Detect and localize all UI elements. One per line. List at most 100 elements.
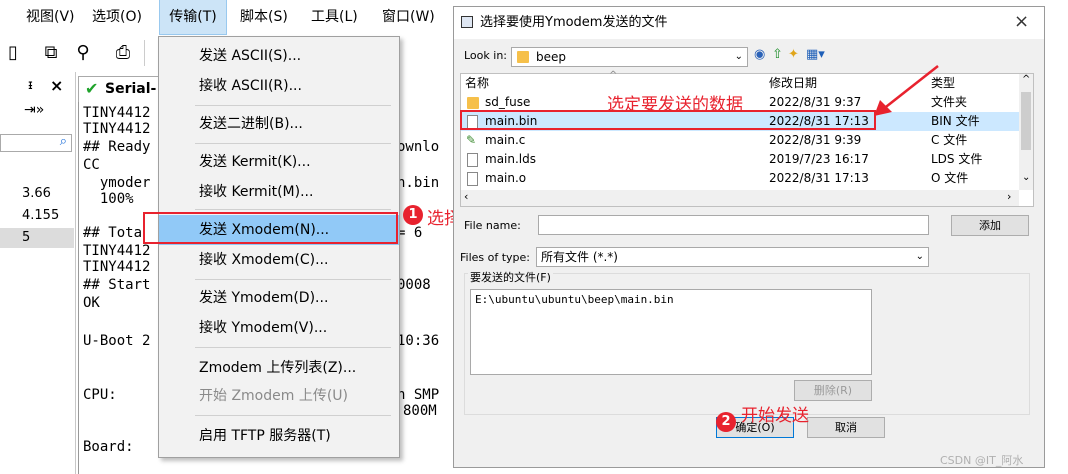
menu-window[interactable]: 窗口(W): [382, 0, 444, 34]
add-button[interactable]: 添加: [951, 215, 1029, 236]
menu-tools[interactable]: 工具(L): [311, 0, 367, 34]
dialog-titlebar: 选择要使用Ymodem发送的文件 ×: [454, 7, 1044, 39]
column-header-date[interactable]: 修改日期: [769, 74, 817, 92]
file-type: LDS 文件: [931, 152, 983, 166]
menu-transfer[interactable]: 传输(T): [159, 0, 227, 35]
scroll-up-icon[interactable]: ^: [1022, 74, 1030, 85]
file-name-label: File name:: [464, 219, 521, 232]
find-binoculars-icon[interactable]: ⚲: [72, 42, 94, 64]
terminal-line: TINY4412: [83, 259, 151, 275]
print-icon[interactable]: ⎙: [112, 42, 134, 64]
scroll-down-icon[interactable]: ⌄: [1022, 172, 1030, 183]
delete-button: 删除(R): [794, 380, 872, 401]
file-date: 2019/7/23 16:17: [769, 152, 869, 166]
menu-receive-xmodem[interactable]: 接收 Xmodem(C)...: [159, 245, 399, 275]
chevron-down-icon: ⌄: [915, 251, 924, 262]
menu-options[interactable]: 选项(O): [92, 0, 148, 34]
menu-receive-kermit[interactable]: 接收 Kermit(M)...: [159, 177, 399, 207]
files-of-type-value: 所有文件 (*.*): [541, 250, 618, 264]
folder-icon: [467, 97, 479, 109]
terminal-fragment: n.bin: [397, 175, 440, 191]
session-filter-input[interactable]: ⌕: [0, 134, 72, 152]
scroll-thumb[interactable]: [1021, 92, 1031, 150]
menu-send-kermit[interactable]: 发送 Kermit(K)...: [159, 147, 399, 177]
file-list[interactable]: 名称 ^ 修改日期 类型 sd_fuse 2022/8/31 9:37 文件夹 …: [460, 70, 1034, 207]
menu-separator: [195, 209, 391, 210]
scroll-left-icon[interactable]: ‹: [464, 190, 468, 203]
vertical-scrollbar[interactable]: ^ ⌄: [1019, 74, 1033, 190]
folder-icon: [517, 51, 529, 63]
files-to-send-list[interactable]: E:\ubuntu\ubuntu\beep\main.bin: [470, 289, 872, 375]
menu-start-zmodem-upload: 开始 Zmodem 上传(U): [199, 388, 349, 404]
view-menu-icon[interactable]: ▦▾: [806, 47, 825, 62]
files-of-type-combo[interactable]: 所有文件 (*.*) ⌄: [536, 247, 929, 267]
look-in-combo[interactable]: beep ⌄: [511, 47, 748, 67]
terminal-fragment: ownlo: [397, 139, 440, 155]
menu-separator: [195, 279, 391, 280]
up-folder-icon[interactable]: ⇧: [772, 47, 783, 62]
terminal-fragment: 800M: [403, 403, 437, 419]
file-row[interactable]: ✎ main.c 2022/8/31 9:39 C 文件: [461, 131, 1019, 150]
session-item[interactable]: 3.66: [0, 184, 74, 204]
menu-send-binary[interactable]: 发送二进制(B)...: [159, 109, 399, 139]
frame-bracket-icon[interactable]: ▯: [2, 42, 24, 64]
watermark: CSDN @IT_阿水: [940, 454, 1024, 467]
file-row[interactable]: main.o 2022/8/31 17:13 O 文件: [461, 169, 1019, 188]
scroll-right-icon[interactable]: ›: [1007, 190, 1011, 203]
copy-icon[interactable]: ⧉: [40, 42, 62, 64]
menu-receive-ymodem[interactable]: 接收 Ymodem(V)...: [159, 313, 399, 343]
cancel-button[interactable]: 取消: [807, 417, 885, 438]
menu-bar: 视图(V) 选项(O) 传输(T) 脚本(S) 工具(L) 窗口(W): [0, 0, 445, 35]
terminal-line: ## Tota: [83, 225, 143, 241]
terminal-line: CC: [83, 157, 100, 173]
close-icon[interactable]: ×: [1014, 11, 1029, 32]
terminal-line: TINY4412: [83, 243, 151, 259]
file-name-input[interactable]: [538, 215, 929, 235]
terminal-line: TINY4412: [83, 121, 151, 137]
menu-send-ascii[interactable]: 发送 ASCII(S)...: [159, 41, 399, 71]
file-to-send-item[interactable]: E:\ubuntu\ubuntu\beep\main.bin: [475, 293, 674, 306]
pin-icon[interactable]: ᵻ: [28, 78, 33, 93]
file-type: O 文件: [931, 171, 969, 185]
horizontal-scrollbar[interactable]: ‹ ›: [461, 190, 1019, 206]
file-date: 2022/8/31 9:39: [769, 133, 862, 147]
terminal-line: ## Start: [83, 277, 151, 293]
terminal-fragment: 0008: [397, 277, 431, 293]
menu-script[interactable]: 脚本(S): [240, 0, 296, 34]
terminal-line: ymoder: [83, 175, 151, 191]
menu-view[interactable]: 视图(V): [26, 0, 76, 34]
menu-receive-ascii[interactable]: 接收 ASCII(R)...: [159, 71, 399, 101]
ymodem-file-dialog: 选择要使用Ymodem发送的文件 × Look in: beep ⌄ ◉ ⇧ ✦…: [453, 6, 1045, 468]
column-header-name[interactable]: 名称: [465, 74, 489, 92]
step-1-badge: 1: [403, 205, 423, 225]
terminal-line: U-Boot 2: [83, 333, 151, 349]
connect-session-icon[interactable]: ⇥»: [24, 102, 44, 118]
session-item-selected[interactable]: 5: [0, 228, 74, 248]
terminal-fragment: 10:36: [397, 333, 440, 349]
toolbar-separator: [144, 40, 145, 66]
sort-indicator-icon: ^: [609, 70, 618, 81]
new-folder-icon[interactable]: ✦: [788, 47, 799, 62]
app-icon: [461, 16, 473, 28]
menu-send-ymodem[interactable]: 发送 Ymodem(D)...: [159, 283, 399, 313]
terminal-fragment: = 6: [397, 225, 423, 241]
dialog-title: 选择要使用Ymodem发送的文件: [480, 15, 668, 30]
file-icon: [467, 172, 478, 186]
menu-enable-tftp-server[interactable]: 启用 TFTP 服务器(T): [159, 421, 399, 451]
step-2-annotation: 开始发送: [741, 406, 809, 426]
transfer-menu-dropdown: 发送 ASCII(S)... 接收 ASCII(R)... 发送二进制(B)..…: [158, 36, 400, 458]
close-panel-icon[interactable]: ×: [50, 76, 63, 95]
session-tab-label: Serial-: [105, 81, 157, 97]
files-of-type-label: Files of type:: [460, 251, 531, 264]
session-manager-panel: ᵻ × ⇥» ⌕ 3.66 4.155 5: [0, 72, 76, 474]
xmodem-highlight-box: [143, 212, 398, 244]
back-icon[interactable]: ◉: [754, 47, 765, 62]
file-row[interactable]: main.lds 2019/7/23 16:17 LDS 文件: [461, 150, 1019, 169]
annotation-arrow: [874, 65, 939, 116]
step-2-badge: 2: [716, 412, 736, 432]
file-type: C 文件: [931, 133, 968, 147]
menu-zmodem-upload-list[interactable]: Zmodem 上传列表(Z)...: [159, 353, 399, 383]
terminal-line: OK: [83, 295, 100, 311]
session-item[interactable]: 4.155: [0, 206, 74, 226]
file-icon: [467, 153, 478, 167]
